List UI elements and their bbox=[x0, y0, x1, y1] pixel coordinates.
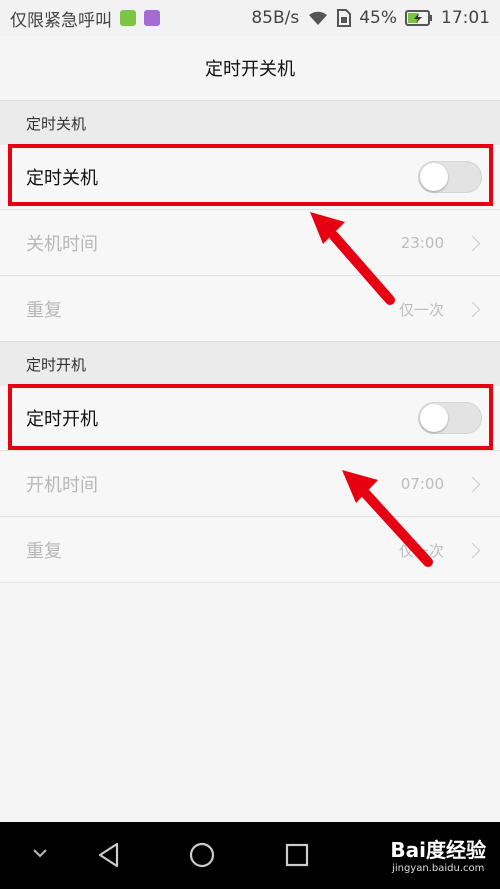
recents-icon[interactable] bbox=[284, 842, 310, 868]
row-label: 定时关机 bbox=[26, 168, 98, 189]
chevron-right-icon bbox=[464, 476, 481, 492]
chevron-right-icon bbox=[464, 235, 481, 251]
app-wechat-icon bbox=[120, 10, 136, 26]
row-label: 开机时间 bbox=[26, 475, 98, 496]
sim-icon bbox=[337, 9, 352, 27]
scheduled-shutdown-toggle[interactable] bbox=[418, 161, 482, 193]
section-header-poweron: 定时开机 bbox=[0, 342, 500, 386]
poweron-time-row[interactable]: 开机时间 07:00 bbox=[0, 452, 500, 517]
row-value: 仅一次 bbox=[398, 300, 444, 319]
page-title: 定时开关机 bbox=[205, 59, 295, 80]
row-value: 仅一次 bbox=[398, 541, 444, 560]
watermark: Bai度经验 jingyan.baidu.com bbox=[390, 834, 486, 874]
row-label: 关机时间 bbox=[26, 234, 98, 255]
battery-charging-icon bbox=[405, 10, 432, 26]
network-speed: 85B/s bbox=[251, 8, 300, 28]
row-label: 重复 bbox=[26, 541, 62, 562]
scheduled-shutdown-row[interactable]: 定时关机 bbox=[0, 145, 500, 210]
chevron-down-icon[interactable] bbox=[32, 847, 48, 859]
scheduled-poweron-toggle[interactable] bbox=[418, 402, 482, 434]
poweron-repeat-row[interactable]: 重复 仅一次 bbox=[0, 518, 500, 583]
section-header-shutdown: 定时关机 bbox=[0, 101, 500, 145]
row-label: 重复 bbox=[26, 300, 62, 321]
toggle-knob bbox=[420, 404, 448, 432]
wifi-icon bbox=[309, 11, 328, 25]
battery-percent: 45% bbox=[359, 8, 397, 28]
navigation-bar: Bai度经验 jingyan.baidu.com bbox=[0, 822, 500, 889]
shutdown-time-row[interactable]: 关机时间 23:00 bbox=[0, 211, 500, 276]
row-label: 定时开机 bbox=[26, 409, 98, 430]
toggle-knob bbox=[420, 163, 448, 191]
app-gallery-icon bbox=[144, 10, 160, 26]
row-value: 07:00 bbox=[400, 475, 444, 493]
title-bar: 定时开关机 bbox=[0, 36, 500, 101]
watermark-brand: Bai度经验 bbox=[390, 838, 486, 862]
section-header-label: 定时关机 bbox=[26, 114, 87, 133]
back-icon[interactable] bbox=[95, 841, 123, 869]
shutdown-repeat-row[interactable]: 重复 仅一次 bbox=[0, 277, 500, 342]
home-icon[interactable] bbox=[188, 841, 216, 869]
row-value: 23:00 bbox=[400, 234, 444, 252]
scheduled-poweron-row[interactable]: 定时开机 bbox=[0, 386, 500, 451]
status-bar: 仅限紧急呼叫 85B/s 45% 17:01 bbox=[0, 0, 500, 36]
watermark-url: jingyan.baidu.com bbox=[392, 863, 485, 874]
chevron-right-icon bbox=[464, 301, 481, 317]
clock: 17:01 bbox=[441, 8, 490, 28]
section-header-label: 定时开机 bbox=[26, 355, 87, 374]
chevron-right-icon bbox=[464, 542, 481, 558]
carrier-text: 仅限紧急呼叫 bbox=[10, 10, 112, 31]
